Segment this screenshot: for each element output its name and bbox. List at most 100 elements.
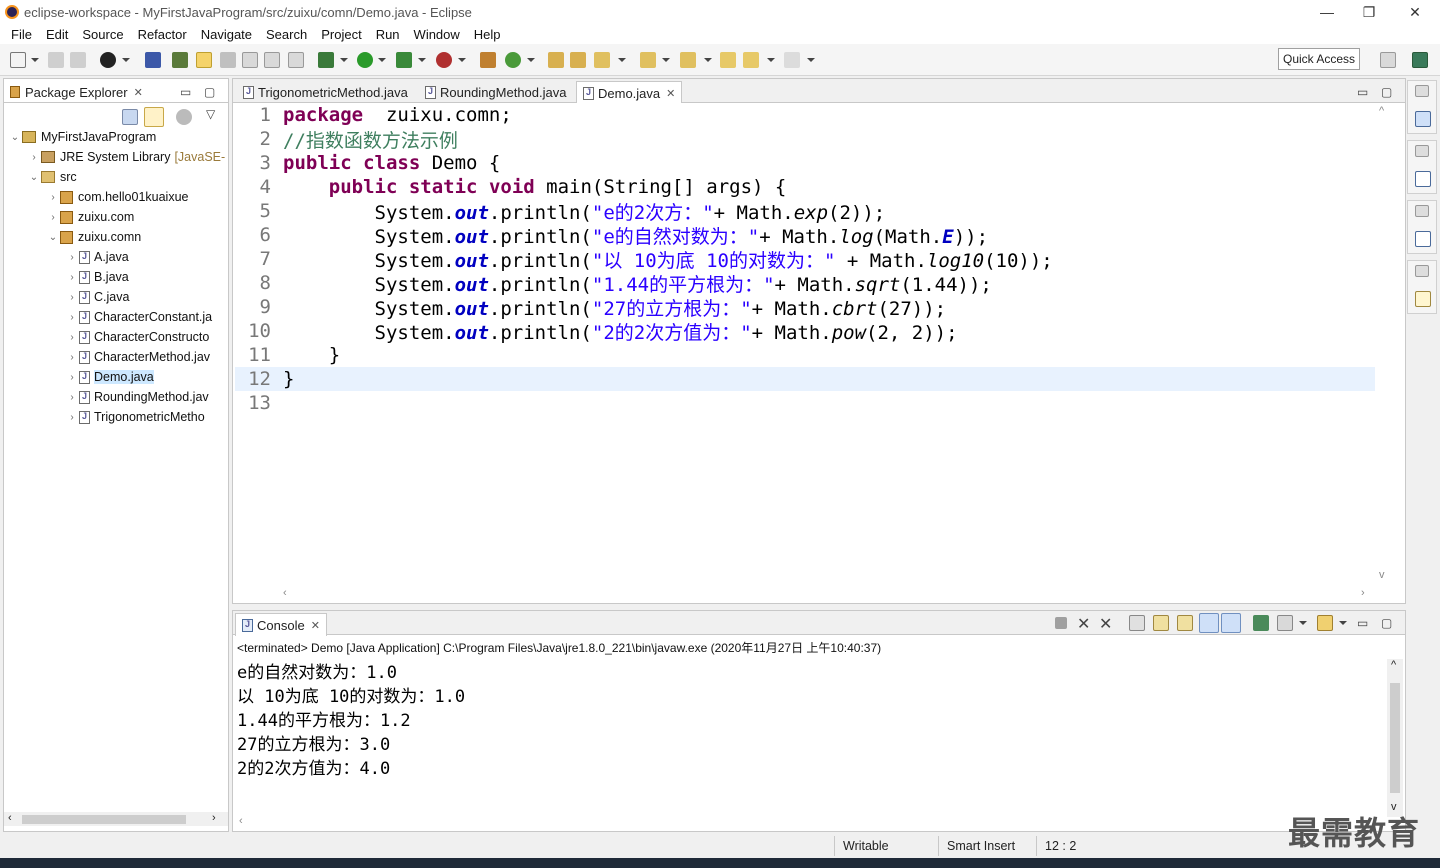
tree-item[interactable]: › TrigonometricMetho [65,407,204,427]
clear-console-icon[interactable] [1129,615,1145,631]
code-line[interactable]: 2 //指数函数方法示例 [235,127,1375,152]
tree-item[interactable]: › A.java [65,247,128,267]
forward-dropdown-icon[interactable] [807,58,815,62]
open-type-icon[interactable] [548,52,564,68]
code-line[interactable]: 10 System.out.println("2的2次方值为："+ Math.p… [235,319,1375,344]
last-edit-location-icon[interactable] [720,52,736,68]
problems-icon[interactable] [1415,231,1431,247]
console-v-scroll-thumb[interactable] [1390,683,1400,793]
scroll-up-icon[interactable]: ^ [1379,105,1384,117]
new-class-dropdown-icon[interactable] [527,58,535,62]
new-class-icon[interactable] [505,52,521,68]
word-wrap-icon[interactable] [264,52,280,68]
back-arrow-icon[interactable] [743,52,759,68]
tab-package-explorer[interactable]: Package Explorer ✕ [4,81,149,103]
console-v-scrollbar[interactable]: ^ v [1387,659,1403,817]
scroll-right-icon[interactable]: › [1361,587,1365,599]
code-line[interactable]: 7 System.out.println("以 10为底 10的对数为：" + … [235,247,1375,272]
tab-console[interactable]: Console ✕ [235,613,327,636]
scroll-left-icon[interactable]: ‹ [283,587,287,599]
explorer-h-scrollbar[interactable]: ‹ › [4,812,228,826]
code-line[interactable]: 3 public class Demo { [235,151,1375,175]
debug-dropdown-icon[interactable] [340,58,348,62]
menu-refactor[interactable]: Refactor [131,27,194,42]
tree-item[interactable]: › CharacterConstructo [65,327,209,347]
menu-window[interactable]: Window [407,27,467,42]
open-perspective-icon[interactable] [1380,52,1396,68]
collapsed-arrow-icon[interactable]: › [46,212,60,223]
minimize-editor-icon[interactable]: ▭ [1357,85,1368,99]
run-icon[interactable] [357,52,373,68]
tree-item[interactable]: ⌄ src [27,167,77,187]
explorer-h-scroll-thumb[interactable] [22,815,186,824]
collapsed-arrow-icon[interactable]: › [65,252,79,263]
maximize-editor-icon[interactable]: ▢ [1381,85,1392,99]
tree-item[interactable]: › CharacterMethod.jav [65,347,210,367]
remove-launch-icon[interactable]: ✕ [1077,614,1090,634]
scroll-down-icon[interactable]: v [1379,569,1385,581]
collapsed-arrow-icon[interactable]: › [65,332,79,343]
collapse-all-icon[interactable] [122,109,138,125]
close-tab-icon[interactable]: ✕ [134,86,143,99]
show-whitespace-icon[interactable] [242,52,258,68]
outline-icon[interactable] [1415,111,1431,127]
new-package-icon[interactable] [480,52,496,68]
maximize-console-icon[interactable]: ▢ [1381,616,1392,630]
terminate-icon[interactable] [1055,617,1067,629]
skip-breakpoints-icon[interactable] [145,52,161,68]
minimize-console-icon[interactable]: ▭ [1357,616,1368,630]
tree-item[interactable]: › CharacterConstant.ja [65,307,212,327]
display-console-dropdown-icon[interactable] [1299,621,1307,625]
tree-item[interactable]: › com.hello01kuaixue [46,187,188,207]
restore-tasks-icon[interactable] [1415,145,1429,157]
open-console-icon[interactable] [1317,615,1333,631]
restore-outline-icon[interactable] [1415,85,1429,97]
open-task-icon[interactable] [570,52,586,68]
tree-item[interactable]: › Demo.java [65,367,154,387]
forward-arrow-icon[interactable] [784,52,800,68]
code-line[interactable]: 1 package zuixu.comn; [235,103,1375,127]
back-dropdown-icon[interactable] [767,58,775,62]
tree-item[interactable]: › RoundingMethod.jav [65,387,208,407]
tab-trigonometricmethod[interactable]: TrigonometricMethod.java [237,81,414,103]
remove-all-terminated-icon[interactable]: ✕ [1099,614,1112,634]
menu-project[interactable]: Project [314,27,368,42]
toggle-mark-occurrences-icon[interactable] [196,52,212,68]
search-icon[interactable] [594,52,610,68]
quick-access-field[interactable]: Quick Access [1278,48,1360,70]
restore-javadoc-icon[interactable] [1415,265,1429,277]
tree-item[interactable]: › C.java [65,287,129,307]
code-line[interactable]: 4 public static void main(String[] args)… [235,175,1375,199]
search-dropdown-icon[interactable] [618,58,626,62]
menu-source[interactable]: Source [75,27,130,42]
collapsed-arrow-icon[interactable]: › [65,392,79,403]
expanded-arrow-icon[interactable]: ⌄ [46,232,60,243]
code-editor[interactable]: 1 package zuixu.comn; 2 //指数函数方法示例 3 public c… [235,103,1375,588]
pin-console-icon[interactable] [1253,615,1269,631]
task-list-icon[interactable] [1415,171,1431,187]
new-java-project-icon[interactable] [172,52,188,68]
new-icon[interactable] [10,52,26,68]
build-icon[interactable] [100,52,116,68]
menu-file[interactable]: File [4,27,39,42]
previous-annotation-icon[interactable] [680,52,696,68]
code-line[interactable]: 5 System.out.println("e的2次方："+ Math.exp(… [235,199,1375,224]
tree-item[interactable]: › zuixu.com [46,207,134,227]
restore-button[interactable]: ❐ [1346,0,1392,24]
word-wrap-console-icon[interactable] [1177,615,1193,631]
code-line[interactable]: 8 System.out.println("1.44的平方根为："+ Math.… [235,271,1375,296]
new-dropdown-icon[interactable] [31,58,39,62]
external-tools-icon[interactable] [436,52,452,68]
focus-on-active-task-icon[interactable] [176,109,192,125]
scroll-left-icon[interactable]: ‹ [239,815,243,827]
code-line[interactable]: 6 System.out.println("e的自然对数为："+ Math.lo… [235,223,1375,248]
collapsed-arrow-icon[interactable]: › [65,312,79,323]
scroll-up-icon[interactable]: ^ [1391,659,1396,671]
coverage-dropdown-icon[interactable] [418,58,426,62]
open-console-dropdown-icon[interactable] [1339,621,1347,625]
paragraph-icon[interactable] [288,52,304,68]
editor-h-scrollbar[interactable]: ‹ › [279,587,1373,601]
tab-roundingmethod[interactable]: RoundingMethod.java [419,81,572,103]
tree-item[interactable]: ⌄ MyFirstJavaProgram [8,127,157,147]
collapsed-arrow-icon[interactable]: › [27,152,41,163]
